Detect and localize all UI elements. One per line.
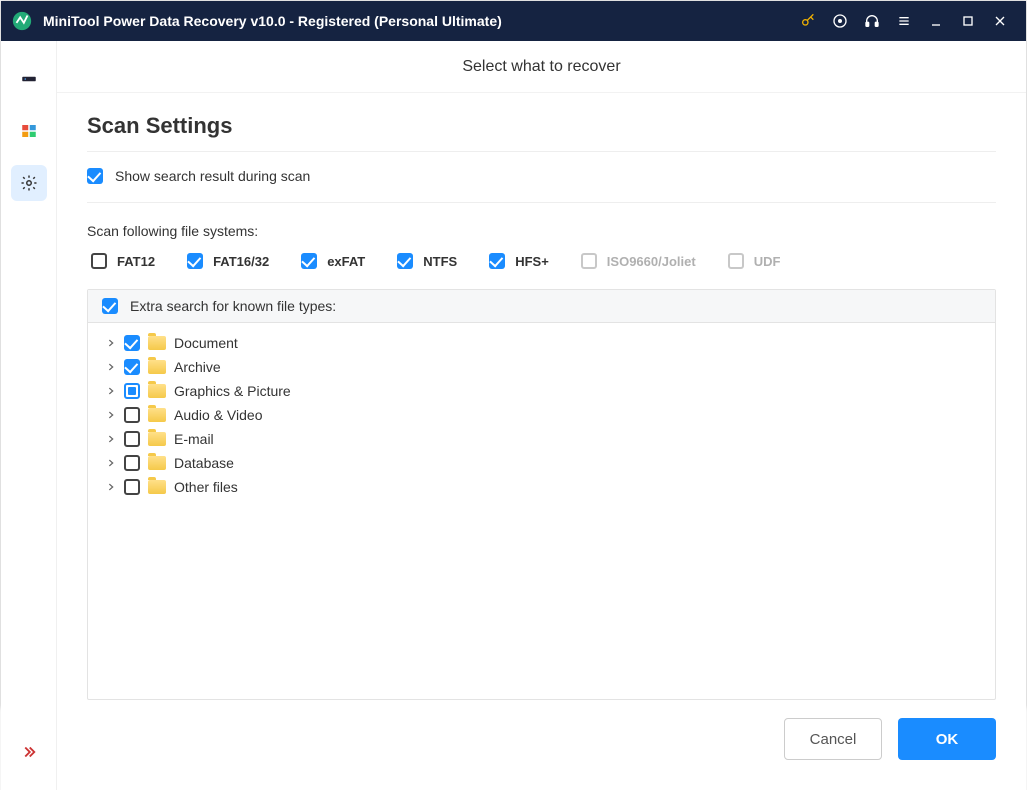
chevron-right-icon[interactable]: [102, 358, 120, 376]
app-logo-icon: [11, 10, 33, 32]
tree-item: E-mail: [96, 427, 987, 451]
app-title: MiniTool Power Data Recovery v10.0 - Reg…: [43, 13, 502, 29]
fs-item-ntfs: NTFS: [397, 253, 457, 269]
tree-checkbox[interactable]: [124, 383, 140, 399]
file-type-panel: Extra search for known file types: Docum…: [87, 289, 996, 700]
fs-item-udf: UDF: [728, 253, 781, 269]
tree-item-label: Database: [174, 455, 234, 471]
tree-checkbox[interactable]: [124, 335, 140, 351]
minimize-button[interactable]: [920, 1, 952, 41]
folder-icon: [148, 480, 166, 494]
tree-item: Audio & Video: [96, 403, 987, 427]
filesystem-row: FAT12 FAT16/32 exFAT NTFS HFS+ ISO9660/Joliet…: [91, 253, 996, 269]
tree-item: Archive: [96, 355, 987, 379]
extra-search-label: Extra search for known file types:: [130, 298, 336, 314]
chevron-right-icon[interactable]: [102, 478, 120, 496]
extra-search-checkbox[interactable]: [102, 298, 118, 314]
tree-item-label: Archive: [174, 359, 221, 375]
folder-icon: [148, 456, 166, 470]
folder-icon: [148, 384, 166, 398]
divider: [87, 202, 996, 203]
titlebar: MiniTool Power Data Recovery v10.0 - Reg…: [1, 1, 1026, 41]
tree-checkbox[interactable]: [124, 431, 140, 447]
chevron-right-icon[interactable]: [102, 406, 120, 424]
sidebar-item-devices[interactable]: [11, 113, 47, 149]
fs-label-exfat: exFAT: [327, 254, 365, 269]
sidebar-item-drives[interactable]: [11, 61, 47, 97]
tree-item: Database: [96, 451, 987, 475]
fs-checkbox-hfs[interactable]: [489, 253, 505, 269]
chevron-right-icon[interactable]: [102, 334, 120, 352]
show-result-checkbox[interactable]: [87, 168, 103, 184]
headphones-icon[interactable]: [856, 1, 888, 41]
fs-item-fat12: FAT12: [91, 253, 155, 269]
tree-checkbox[interactable]: [124, 455, 140, 471]
main-panel: Select what to recover Scan Settings Sho…: [57, 41, 1026, 790]
file-type-tree: Document Archive Graphics & Picture Audio &…: [88, 323, 995, 699]
fs-item-iso: ISO9660/Joliet: [581, 253, 696, 269]
fs-checkbox-iso: [581, 253, 597, 269]
sidebar-item-settings[interactable]: [11, 165, 47, 201]
chevron-right-icon[interactable]: [102, 454, 120, 472]
fs-item-exfat: exFAT: [301, 253, 365, 269]
cancel-button[interactable]: Cancel: [784, 718, 882, 760]
fs-checkbox-exfat[interactable]: [301, 253, 317, 269]
fs-label-ntfs: NTFS: [423, 254, 457, 269]
maximize-button[interactable]: [952, 1, 984, 41]
tree-item-label: Graphics & Picture: [174, 383, 291, 399]
fs-label-udf: UDF: [754, 254, 781, 269]
folder-icon: [148, 336, 166, 350]
folder-icon: [148, 408, 166, 422]
fs-section-label: Scan following file systems:: [87, 219, 996, 239]
file-type-panel-header: Extra search for known file types:: [88, 290, 995, 323]
fs-label-iso: ISO9660/Joliet: [607, 254, 696, 269]
tree-item-label: Other files: [174, 479, 238, 495]
tree-checkbox[interactable]: [124, 407, 140, 423]
chevron-right-icon[interactable]: [102, 382, 120, 400]
dialog-footer: Cancel OK: [87, 700, 996, 770]
fs-item-hfs: HFS+: [489, 253, 549, 269]
show-result-row: Show search result during scan: [87, 168, 996, 184]
fs-checkbox-fat1632[interactable]: [187, 253, 203, 269]
tree-item-label: E-mail: [174, 431, 214, 447]
tree-checkbox[interactable]: [124, 479, 140, 495]
close-button[interactable]: [984, 1, 1016, 41]
disc-icon[interactable]: [824, 1, 856, 41]
menu-icon[interactable]: [888, 1, 920, 41]
fs-checkbox-fat12[interactable]: [91, 253, 107, 269]
fs-item-fat1632: FAT16/32: [187, 253, 269, 269]
chevron-right-icon[interactable]: [102, 430, 120, 448]
tree-item-label: Document: [174, 335, 238, 351]
key-icon[interactable]: [792, 1, 824, 41]
fs-checkbox-ntfs[interactable]: [397, 253, 413, 269]
fs-label-hfs: HFS+: [515, 254, 549, 269]
show-result-label: Show search result during scan: [115, 168, 310, 184]
ok-button[interactable]: OK: [898, 718, 996, 760]
sidebar: [1, 41, 57, 790]
sidebar-expand-button[interactable]: [11, 734, 47, 770]
fs-checkbox-udf: [728, 253, 744, 269]
tree-item: Graphics & Picture: [96, 379, 987, 403]
page-subtitle: Select what to recover: [57, 41, 1026, 93]
app-window: MiniTool Power Data Recovery v10.0 - Reg…: [1, 1, 1026, 708]
tree-checkbox[interactable]: [124, 359, 140, 375]
folder-icon: [148, 432, 166, 446]
folder-icon: [148, 360, 166, 374]
fs-label-fat1632: FAT16/32: [213, 254, 269, 269]
tree-item: Other files: [96, 475, 987, 499]
fs-label-fat12: FAT12: [117, 254, 155, 269]
page-title: Scan Settings: [87, 113, 996, 152]
tree-item: Document: [96, 331, 987, 355]
tree-item-label: Audio & Video: [174, 407, 262, 423]
